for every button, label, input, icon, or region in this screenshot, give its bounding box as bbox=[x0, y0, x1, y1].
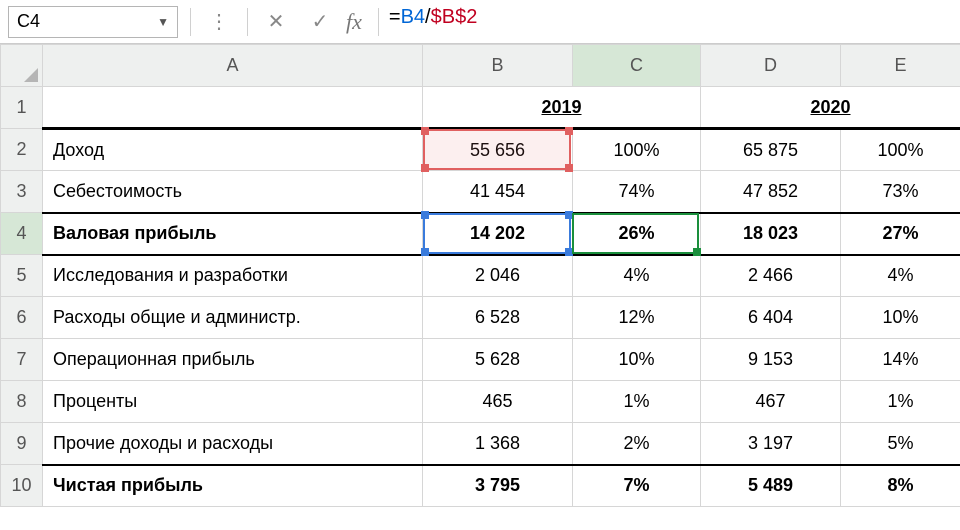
cell-c5[interactable]: 4% bbox=[573, 255, 701, 297]
formula-input[interactable]: =B4/$B$2 bbox=[385, 6, 960, 38]
row-header[interactable]: 6 bbox=[1, 297, 43, 339]
cell-b7[interactable]: 5 628 bbox=[423, 339, 573, 381]
cell-b10[interactable]: 3 795 bbox=[423, 465, 573, 507]
cell-b3[interactable]: 41 454 bbox=[423, 171, 573, 213]
cell-d6[interactable]: 6 404 bbox=[701, 297, 841, 339]
cell-b5[interactable]: 2 046 bbox=[423, 255, 573, 297]
row-header[interactable]: 10 bbox=[1, 465, 43, 507]
cell-d2[interactable]: 65 875 bbox=[701, 129, 841, 171]
cell-d4[interactable]: 18 023 bbox=[701, 213, 841, 255]
cell-c7[interactable]: 10% bbox=[573, 339, 701, 381]
name-box[interactable]: C4 ▼ bbox=[8, 6, 178, 38]
row-header[interactable]: 9 bbox=[1, 423, 43, 465]
cell-d8[interactable]: 467 bbox=[701, 381, 841, 423]
cell-e6[interactable]: 10% bbox=[841, 297, 960, 339]
row-header[interactable]: 8 bbox=[1, 381, 43, 423]
cell-c8[interactable]: 1% bbox=[573, 381, 701, 423]
cell-a5[interactable]: Исследования и разработки bbox=[43, 255, 423, 297]
cell-a4[interactable]: Валовая прибыль bbox=[43, 213, 423, 255]
cell-b8[interactable]: 465 bbox=[423, 381, 573, 423]
cell-d5[interactable]: 2 466 bbox=[701, 255, 841, 297]
row-header[interactable]: 7 bbox=[1, 339, 43, 381]
cell-b2[interactable]: 55 656 bbox=[423, 129, 573, 171]
cell-a10[interactable]: Чистая прибыль bbox=[43, 465, 423, 507]
cell-e10[interactable]: 8% bbox=[841, 465, 960, 507]
cell-e4[interactable]: 27% bbox=[841, 213, 960, 255]
row-header[interactable]: 2 bbox=[1, 129, 43, 171]
formula-bar: C4 ▼ ⋮ ✕ ✓ fx =B4/$B$2 bbox=[0, 0, 960, 44]
col-header-a[interactable]: A bbox=[43, 45, 423, 87]
cell-a3[interactable]: Себестоимость bbox=[43, 171, 423, 213]
cell-d10[interactable]: 5 489 bbox=[701, 465, 841, 507]
formula-ref-b2: $B$2 bbox=[431, 6, 478, 28]
cell-d3[interactable]: 47 852 bbox=[701, 171, 841, 213]
cell-b4[interactable]: 14 202 bbox=[423, 213, 573, 255]
cell-a6[interactable]: Расходы общие и администр. bbox=[43, 297, 423, 339]
row-header[interactable]: 3 bbox=[1, 171, 43, 213]
enter-button[interactable]: ✓ bbox=[300, 6, 340, 38]
cell-c9[interactable]: 2% bbox=[573, 423, 701, 465]
row-header[interactable]: 5 bbox=[1, 255, 43, 297]
cell-b9[interactable]: 1 368 bbox=[423, 423, 573, 465]
cell-b6[interactable]: 6 528 bbox=[423, 297, 573, 339]
cell-a7[interactable]: Операционная прибыль bbox=[43, 339, 423, 381]
cell-e8[interactable]: 1% bbox=[841, 381, 960, 423]
formula-ref-b4: B4 bbox=[401, 6, 425, 28]
formula-text: = bbox=[389, 6, 401, 28]
cell-e9[interactable]: 5% bbox=[841, 423, 960, 465]
spreadsheet-grid[interactable]: A B C D E 1 2019 2020 2 Доход 55 656 100… bbox=[0, 44, 960, 507]
cell-e2[interactable]: 100% bbox=[841, 129, 960, 171]
cell-e3[interactable]: 73% bbox=[841, 171, 960, 213]
cell-c6[interactable]: 12% bbox=[573, 297, 701, 339]
col-header-d[interactable]: D bbox=[701, 45, 841, 87]
cell-c2[interactable]: 100% bbox=[573, 129, 701, 171]
cell-e7[interactable]: 14% bbox=[841, 339, 960, 381]
select-all-corner[interactable] bbox=[1, 45, 43, 87]
cell-d9[interactable]: 3 197 bbox=[701, 423, 841, 465]
col-header-c[interactable]: C bbox=[573, 45, 701, 87]
cell-d7[interactable]: 9 153 bbox=[701, 339, 841, 381]
row-header[interactable]: 4 bbox=[1, 213, 43, 255]
separator bbox=[378, 8, 379, 36]
cell-a8[interactable]: Проценты bbox=[43, 381, 423, 423]
col-header-e[interactable]: E bbox=[841, 45, 960, 87]
cell-c4[interactable]: 26% bbox=[573, 213, 701, 255]
expand-button[interactable]: ⋮ bbox=[199, 6, 239, 38]
cell-year-2019[interactable]: 2019 bbox=[423, 87, 701, 129]
cell-c3[interactable]: 74% bbox=[573, 171, 701, 213]
cell-year-2020[interactable]: 2020 bbox=[701, 87, 960, 129]
cell-a1[interactable] bbox=[43, 87, 423, 129]
separator bbox=[190, 8, 191, 36]
cell-e5[interactable]: 4% bbox=[841, 255, 960, 297]
cell-a2[interactable]: Доход bbox=[43, 129, 423, 171]
name-box-value: C4 bbox=[17, 11, 40, 32]
separator bbox=[247, 8, 248, 36]
chevron-down-icon[interactable]: ▼ bbox=[157, 15, 169, 29]
fx-icon[interactable]: fx bbox=[346, 9, 362, 35]
row-header[interactable]: 1 bbox=[1, 87, 43, 129]
cell-c10[interactable]: 7% bbox=[573, 465, 701, 507]
cell-a9[interactable]: Прочие доходы и расходы bbox=[43, 423, 423, 465]
cancel-button[interactable]: ✕ bbox=[256, 6, 296, 38]
col-header-b[interactable]: B bbox=[423, 45, 573, 87]
